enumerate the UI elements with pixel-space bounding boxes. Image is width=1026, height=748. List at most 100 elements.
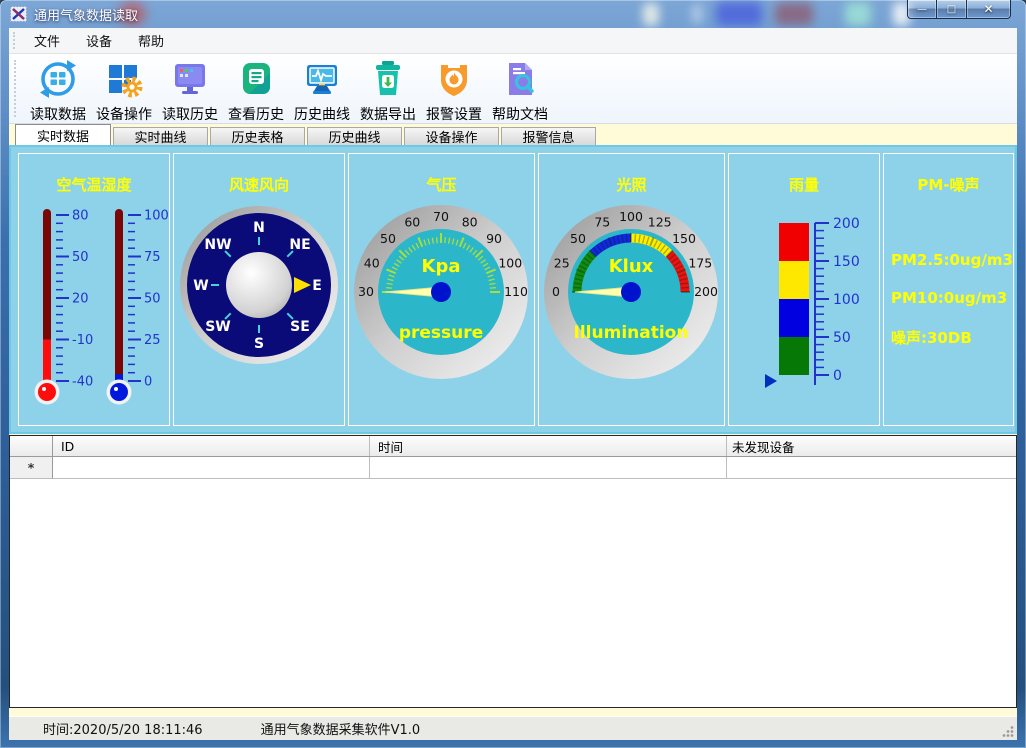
data-grid: ID 时间 未发现设备 * [9, 435, 1017, 708]
toolbar-label: 历史曲线 [294, 104, 350, 124]
svg-text:pressure: pressure [399, 323, 483, 343]
rain-panel: 雨量 050100150200 [728, 153, 880, 426]
illumination-panel: 光照 0255075100125150175200KluxIlluminatio… [538, 153, 725, 426]
alarm-settings-icon [434, 59, 474, 103]
panel-title: 光照 [616, 174, 646, 195]
wind-compass-gauge: NNEESESSWWNW [174, 195, 344, 379]
aero-blur-decor [643, 3, 659, 26]
grid-selector-header[interactable] [10, 436, 53, 456]
menu-device[interactable]: 设备 [73, 28, 125, 53]
tab-strip: 实时数据 实时曲线 历史表格 历史曲线 设备操作 报警信息 [9, 124, 1017, 145]
pressure-panel: 气压 30405060708090100110Kpapressure [348, 153, 535, 426]
tab-history-table[interactable]: 历史表格 [210, 127, 305, 145]
device-operation-button[interactable]: 设备操作 [91, 57, 157, 124]
panel-title: PM-噪声 [917, 174, 979, 195]
svg-text:50: 50 [380, 231, 396, 246]
svg-text:Klux: Klux [609, 256, 654, 277]
resize-grip[interactable] [1002, 725, 1014, 737]
window-title: 通用气象数据读取 [34, 5, 138, 24]
status-version: 通用气象数据采集软件V1.0 [261, 719, 421, 738]
svg-text:Illumination: Illumination [574, 323, 689, 343]
rain-gauge: 050100150200 [729, 195, 879, 404]
thermometer-gauge: -40-102050800255075100 [19, 195, 169, 421]
view-history-button[interactable]: 查看历史 [223, 57, 289, 124]
noise-value: 噪声:30DB [891, 327, 1013, 348]
aero-blur-decor [716, 2, 762, 26]
tab-alarm-info[interactable]: 报警信息 [501, 127, 596, 145]
app-icon [10, 6, 27, 22]
svg-text:100: 100 [498, 255, 522, 270]
wind-panel: 风速风向 NNEESESSWWNW [173, 153, 345, 426]
data-export-button[interactable]: 数据导出 [355, 57, 421, 124]
read-history-icon [170, 59, 210, 103]
maximize-button[interactable]: □ [937, 0, 966, 19]
toolbar-label: 读取历史 [162, 104, 218, 124]
svg-text:E: E [312, 278, 322, 294]
panel-title: 空气温湿度 [56, 174, 131, 195]
svg-text:200: 200 [694, 284, 718, 299]
pm10-value: PM10:0ug/m3 [891, 289, 1013, 307]
aero-blur-decor [845, 2, 871, 26]
svg-text:50: 50 [570, 231, 586, 246]
grid-column-device[interactable]: 未发现设备 [727, 436, 1016, 456]
svg-text:SW: SW [205, 319, 231, 335]
grid-header-row: ID 时间 未发现设备 [10, 436, 1016, 457]
grid-cell[interactable] [370, 457, 727, 479]
grid-column-id[interactable]: ID [53, 436, 370, 456]
toolbar: 读取数据 设备操作 读取历史 [9, 54, 1017, 124]
toolbar-label: 读取数据 [30, 104, 86, 124]
history-curve-button[interactable]: 历史曲线 [289, 57, 355, 124]
minimize-button[interactable]: — [907, 0, 937, 19]
toolbar-label: 报警设置 [426, 104, 482, 124]
pm25-value: PM2.5:0ug/m3 [891, 251, 1013, 269]
svg-text:90: 90 [486, 231, 502, 246]
alarm-settings-button[interactable]: 报警设置 [421, 57, 487, 124]
read-history-button[interactable]: 读取历史 [157, 57, 223, 124]
title-bar[interactable]: 通用气象数据读取 — □ ✕ [0, 0, 1026, 28]
device-operation-icon [104, 59, 144, 103]
svg-text:Kpa: Kpa [422, 256, 461, 277]
svg-text:75: 75 [594, 215, 610, 230]
svg-text:N: N [253, 220, 265, 236]
svg-text:175: 175 [688, 255, 712, 270]
grid-column-time[interactable]: 时间 [370, 436, 727, 456]
svg-text:SE: SE [290, 319, 310, 335]
svg-text:-10: -10 [72, 333, 93, 348]
menu-file[interactable]: 文件 [21, 28, 73, 53]
svg-text:110: 110 [504, 284, 528, 299]
svg-text:70: 70 [433, 209, 449, 224]
tab-history-curve[interactable]: 历史曲线 [307, 127, 402, 145]
toolbar-label: 设备操作 [96, 104, 152, 124]
svg-text:30: 30 [358, 284, 374, 299]
temp-humidity-panel: 空气温湿度 -40-102050800255075100 [18, 153, 170, 426]
svg-text:100: 100 [144, 209, 169, 224]
tab-realtime-curve[interactable]: 实时曲线 [113, 127, 208, 145]
tab-device-operation[interactable]: 设备操作 [404, 127, 499, 145]
help-document-button[interactable]: 帮助文档 [487, 57, 553, 124]
read-data-icon [38, 59, 78, 103]
svg-text:40: 40 [364, 255, 380, 270]
grid-cell[interactable] [53, 457, 370, 479]
pm-noise-panel: PM-噪声 PM2.5:0ug/m3 PM10:0ug/m3 噪声:30DB [883, 153, 1014, 426]
svg-text:50: 50 [144, 292, 161, 307]
status-bar: 时间:2020/5/20 18:11:46 通用气象数据采集软件V1.0 [9, 716, 1017, 740]
new-row-marker[interactable]: * [10, 457, 53, 479]
svg-text:0: 0 [144, 375, 152, 390]
tab-realtime-data[interactable]: 实时数据 [15, 124, 111, 145]
menu-help[interactable]: 帮助 [125, 28, 177, 53]
form-background-strip [9, 708, 1017, 716]
realtime-data-panel: 空气温湿度 -40-102050800255075100 风速风向 NNEESE… [9, 145, 1017, 434]
data-export-icon [368, 59, 408, 103]
svg-text:200: 200 [833, 216, 860, 232]
svg-text:W: W [193, 278, 208, 294]
read-data-button[interactable]: 读取数据 [25, 57, 91, 124]
aero-blur-decor [692, 4, 702, 24]
svg-text:100: 100 [619, 209, 643, 224]
svg-text:25: 25 [554, 255, 570, 270]
svg-text:80: 80 [72, 209, 89, 224]
svg-text:150: 150 [833, 254, 860, 270]
grid-new-row[interactable]: * [10, 457, 1016, 479]
svg-text:75: 75 [144, 250, 161, 265]
grid-cell[interactable] [727, 457, 1016, 479]
close-button[interactable]: ✕ [966, 0, 1011, 19]
